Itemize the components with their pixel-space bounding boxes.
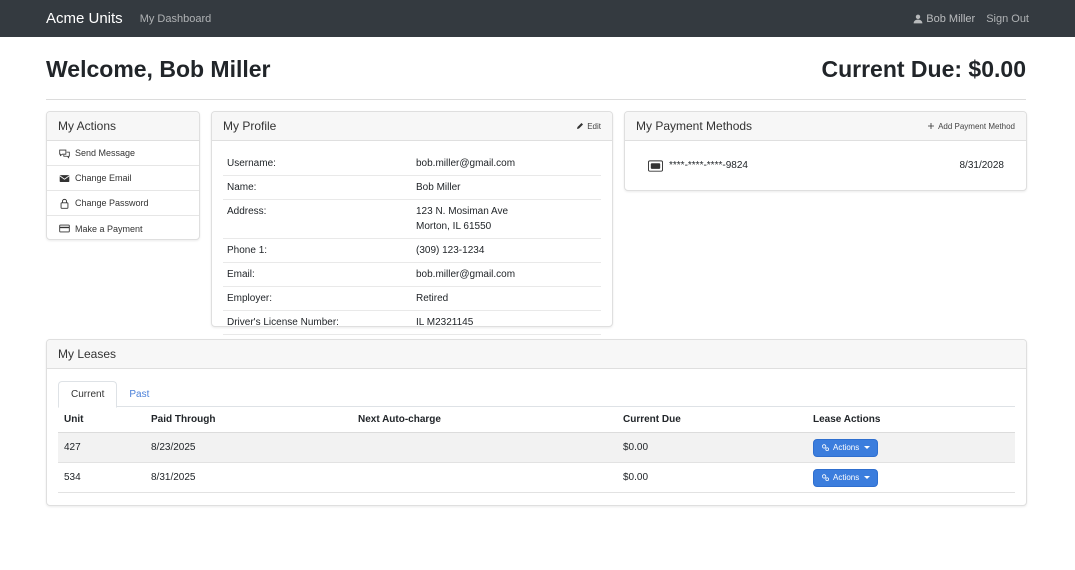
column-header-current-due: Current Due — [623, 414, 681, 425]
brand-logo[interactable]: Acme Units — [46, 10, 123, 27]
card-number: ****-****-****-9824 — [669, 160, 748, 171]
profile-label: Email: — [227, 269, 255, 280]
gears-icon — [822, 474, 829, 481]
table-row: 534 8/31/2025 $0.00 Actions — [58, 463, 1015, 493]
table-header-row: Unit Paid Through Next Auto-charge Curre… — [58, 407, 1015, 433]
my-profile-card: My Profile Edit Username: bob.miller@gma… — [211, 111, 613, 335]
profile-row-employer: Employer: Retired — [223, 287, 601, 311]
payment-methods-header: My Payment Methods Add Payment Method — [625, 112, 1026, 141]
unit-cell: 427 — [64, 442, 81, 453]
profile-label: Driver's License Number: — [227, 317, 339, 328]
column-header-next-auto-charge: Next Auto-charge — [358, 414, 441, 425]
tab-past[interactable]: Past — [117, 381, 161, 407]
lease-actions-dropdown[interactable]: Actions — [813, 438, 879, 457]
lock-icon — [60, 198, 69, 209]
profile-row-address: Address: 123 N. Mosiman Ave Morton, IL 6… — [223, 200, 601, 239]
paid-through-cell: 8/31/2025 — [151, 472, 196, 483]
make-payment-label: Make a Payment — [75, 223, 143, 234]
page-title: Welcome, Bob Miller — [46, 56, 271, 82]
change-email-label: Change Email — [75, 173, 132, 183]
lease-actions-cell: Actions — [813, 438, 1013, 457]
profile-value: bob.miller@gmail.com — [416, 158, 516, 169]
profile-value: bob.miller@gmail.com — [416, 269, 516, 280]
address-line-1: 123 N. Mosiman Ave — [416, 206, 509, 217]
profile-details: Username: bob.miller@gmail.com Name: Bob… — [212, 141, 612, 335]
plus-icon — [928, 123, 935, 129]
edit-profile-label: Edit — [587, 121, 601, 131]
gears-icon — [822, 444, 829, 451]
profile-value: 123 N. Mosiman Ave Morton, IL 61550 — [416, 204, 508, 234]
nav-user-name: Bob Miller — [926, 12, 976, 25]
make-payment-action[interactable]: Make a Payment — [47, 216, 199, 241]
nav-dashboard-link[interactable]: My Dashboard — [140, 13, 212, 25]
current-due-cell: $0.00 — [623, 472, 649, 483]
envelope-icon — [59, 174, 70, 182]
pencil-icon — [577, 123, 584, 129]
profile-value: Retired — [416, 293, 449, 304]
column-header-paid-through: Paid Through — [151, 414, 216, 425]
chat-bubbles-icon — [59, 149, 70, 159]
my-leases-title: My Leases — [58, 347, 117, 361]
payment-methods-card: My Payment Methods Add Payment Method **… — [624, 111, 1027, 191]
edit-profile-button[interactable]: Edit — [576, 122, 601, 131]
profile-label: Phone 1: — [227, 245, 268, 256]
profile-label: Address: — [227, 206, 267, 217]
my-profile-title: My Profile — [223, 119, 277, 133]
current-due-total: Current Due: $0.00 — [821, 56, 1026, 82]
send-message-action[interactable]: Send Message — [47, 141, 199, 166]
leases-table: Unit Paid Through Next Auto-charge Curre… — [58, 407, 1015, 493]
nav-user-link[interactable]: Bob Miller — [913, 13, 975, 25]
payment-methods-title: My Payment Methods — [636, 119, 753, 133]
lease-actions-label: Actions — [833, 443, 860, 452]
nav-right: Bob Miller Sign Out — [913, 13, 1029, 25]
navbar: Acme Units My Dashboard Bob Miller Sign … — [0, 0, 1075, 37]
paid-through-cell: 8/23/2025 — [151, 442, 196, 453]
column-header-unit: Unit — [64, 414, 84, 425]
profile-label: Employer: — [227, 293, 273, 304]
tab-current[interactable]: Current — [58, 381, 118, 408]
phone-link[interactable]: (309) 123-1234 — [416, 243, 484, 258]
caret-down-icon — [864, 446, 871, 449]
change-email-action[interactable]: Change Email — [47, 166, 199, 191]
card-expiry: 8/31/2028 — [959, 160, 1005, 171]
my-leases-header: My Leases — [47, 340, 1026, 369]
unit-cell: 534 — [64, 472, 81, 483]
my-leases-card: My Leases Current Past Unit Paid Through… — [46, 339, 1027, 506]
credit-card-icon — [59, 224, 70, 233]
add-payment-method-button[interactable]: Add Payment Method — [927, 122, 1015, 131]
profile-row-name: Name: Bob Miller — [223, 176, 601, 200]
my-actions-title: My Actions — [58, 119, 117, 133]
profile-label: Username: — [227, 158, 276, 169]
lease-tabs: Current Past — [58, 381, 1015, 408]
user-icon — [913, 14, 923, 23]
add-payment-method-label: Add Payment Method — [938, 121, 1015, 131]
change-password-label: Change Password — [75, 198, 149, 208]
address-line-2: Morton, IL 61550 — [416, 221, 492, 232]
profile-label: Name: — [227, 182, 257, 193]
send-message-label: Send Message — [75, 148, 136, 158]
my-profile-header: My Profile Edit — [212, 112, 612, 141]
lease-actions-dropdown[interactable]: Actions — [813, 468, 879, 487]
profile-value: IL M2321145 — [416, 317, 474, 328]
change-password-action[interactable]: Change Password — [47, 191, 199, 216]
profile-value: Bob Miller — [416, 182, 461, 193]
table-row: 427 8/23/2025 $0.00 Actions — [58, 433, 1015, 463]
caret-down-icon — [864, 476, 871, 479]
profile-row-phone: Phone 1: (309) 123-1234 — [223, 239, 601, 263]
header-divider — [46, 99, 1026, 100]
profile-row-email: Email: bob.miller@gmail.com — [223, 263, 601, 287]
column-header-lease-actions: Lease Actions — [813, 414, 881, 425]
card-icon — [648, 159, 663, 172]
current-due-cell: $0.00 — [623, 442, 649, 453]
my-actions-header: My Actions — [47, 112, 199, 141]
lease-actions-cell: Actions — [813, 468, 1013, 487]
payment-method-row[interactable]: ****-****-****-9824 8/31/2028 — [625, 141, 1026, 190]
profile-row-license: Driver's License Number: IL M2321145 — [223, 311, 601, 335]
lease-actions-label: Actions — [833, 473, 860, 482]
sign-out-link[interactable]: Sign Out — [986, 13, 1029, 25]
profile-row-username: Username: bob.miller@gmail.com — [223, 152, 601, 176]
my-actions-card: My Actions Send Message Change Email Cha… — [46, 111, 200, 240]
